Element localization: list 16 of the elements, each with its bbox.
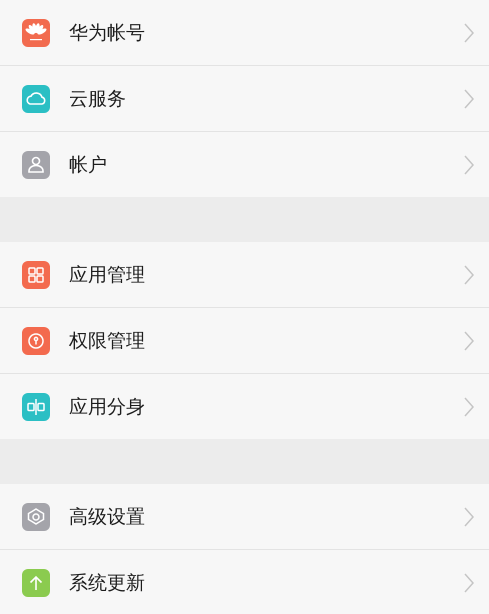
chevron-icon — [463, 88, 475, 108]
chevron-icon — [463, 154, 475, 174]
chevron-icon — [463, 506, 475, 526]
item-label: 系统更新 — [69, 570, 146, 596]
chevron-icon — [463, 264, 475, 284]
item-label: 应用分身 — [69, 394, 146, 420]
chevron-icon — [463, 396, 475, 416]
item-label: 云服务 — [69, 86, 127, 112]
item-label: 应用管理 — [69, 262, 146, 288]
chevron-icon — [463, 22, 475, 42]
item-label: 帐户 — [69, 152, 108, 178]
item-label: 权限管理 — [69, 328, 146, 354]
item-label: 高级设置 — [69, 504, 146, 530]
item-label: 华为帐号 — [69, 20, 146, 46]
chevron-icon — [463, 572, 475, 592]
chevron-icon — [463, 330, 475, 350]
